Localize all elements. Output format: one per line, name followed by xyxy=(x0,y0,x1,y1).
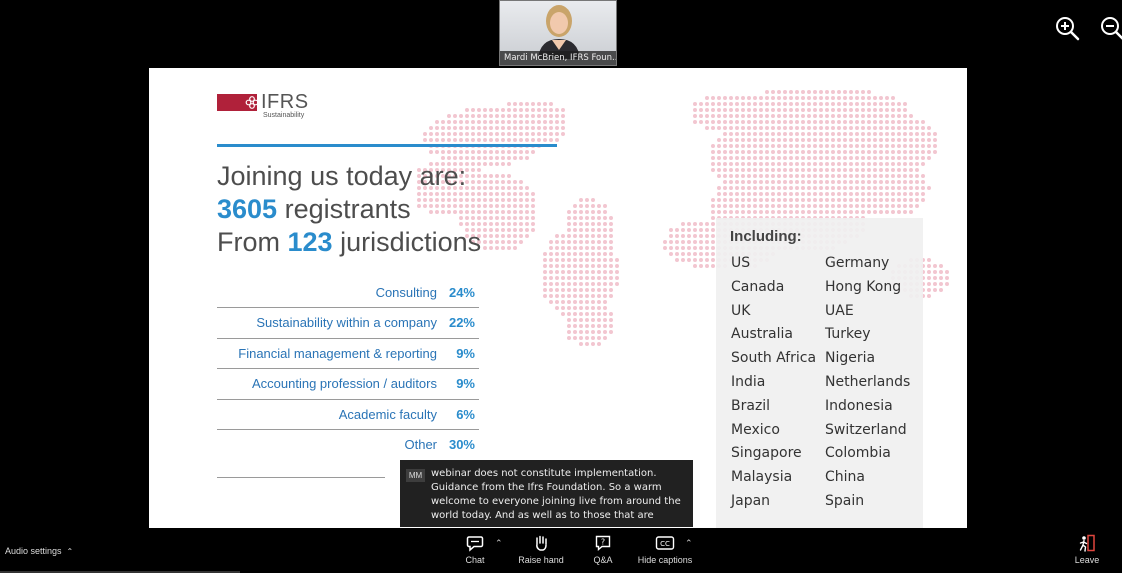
qa-label: Q&A xyxy=(593,555,613,565)
cc-icon-glyph: CC xyxy=(660,540,670,548)
jurisdictions-label: jurisdictions xyxy=(332,227,482,257)
caption-text: webinar does not constitute implementati… xyxy=(431,468,681,521)
registrant-breakdown: Consulting 24% Sustainability within a c… xyxy=(217,278,479,460)
stat-label: Accounting profession / auditors xyxy=(252,376,437,392)
from-label: From xyxy=(217,227,288,257)
closed-captions-icon: CC xyxy=(655,536,675,550)
chevron-up-icon[interactable]: ⌃ xyxy=(685,538,693,549)
chat-icon xyxy=(466,536,484,552)
country-item: Canada xyxy=(731,278,785,295)
leave-button[interactable]: Leave xyxy=(1072,534,1102,570)
country-item: Netherlands xyxy=(825,373,911,390)
qa-icon-glyph: ? xyxy=(601,538,605,547)
stat-row: Sustainability within a company 22% xyxy=(217,308,479,339)
bottom-divider xyxy=(217,477,385,478)
meeting-toolbar: Audio settings ⌃ Chat ⌃ Raise hand ? Q&A … xyxy=(0,528,1122,573)
country-item: Colombia xyxy=(825,445,891,462)
logo-subtitle: Sustainability xyxy=(263,112,305,119)
country-item: Turkey xyxy=(825,326,871,343)
country-column-2: Germany Hong Kong UAE Turkey Nigeria Net… xyxy=(825,255,910,517)
stat-row: Consulting 24% xyxy=(217,278,479,309)
stat-row: Academic faculty 6% xyxy=(217,400,479,430)
country-item: India xyxy=(731,373,766,390)
country-item: UAE xyxy=(825,302,854,319)
including-panel: Including: US Canada UK Australia South … xyxy=(716,218,923,528)
country-item: Mexico xyxy=(731,421,780,438)
country-item: Switzerland xyxy=(825,421,907,438)
headline: Joining us today are: 3605 registrants F… xyxy=(217,160,481,259)
chevron-up-icon[interactable]: ⌃ xyxy=(495,538,503,549)
logo-text: IFRS xyxy=(261,91,309,113)
zoom-out-icon[interactable] xyxy=(1098,14,1122,42)
stat-row: Other 30% xyxy=(217,430,479,460)
stat-percent: 22% xyxy=(448,315,475,331)
country-item: Hong Kong xyxy=(825,278,902,295)
raise-hand-icon xyxy=(536,535,547,551)
stat-label: Financial management & reporting xyxy=(238,345,437,361)
stat-row: Accounting profession / auditors 9% xyxy=(217,369,479,400)
zoom-in-icon[interactable] xyxy=(1053,14,1081,42)
chat-label: Chat xyxy=(465,555,485,565)
participant-video-tile[interactable]: Mardi McBrien, IFRS Foun... xyxy=(499,0,617,66)
stat-percent: 9% xyxy=(456,376,475,392)
raise-hand-button[interactable]: Raise hand xyxy=(516,534,566,570)
country-item: US xyxy=(731,255,751,271)
country-item: Indonesia xyxy=(825,397,893,414)
shared-slide: IFRS Sustainability Joining us today are… xyxy=(149,68,967,528)
stat-label: Sustainability within a company xyxy=(256,315,437,331)
country-item: Singapore xyxy=(731,445,802,462)
stat-percent: 24% xyxy=(448,285,475,300)
country-column-1: US Canada UK Australia South Africa Indi… xyxy=(731,255,816,517)
headline-line-1: Joining us today are: xyxy=(217,161,467,191)
country-item: Germany xyxy=(825,255,890,271)
hide-captions-label: Hide captions xyxy=(637,555,693,565)
audio-settings-button[interactable]: Audio settings ⌃ xyxy=(5,546,73,556)
chat-button[interactable]: Chat xyxy=(460,534,490,570)
country-item: Japan xyxy=(731,492,771,509)
country-item: UK xyxy=(731,302,751,319)
country-item: Malaysia xyxy=(731,469,793,486)
stat-row: Financial management & reporting 9% xyxy=(217,339,479,370)
raise-hand-label: Raise hand xyxy=(518,555,564,565)
leave-label: Leave xyxy=(1074,555,1100,565)
live-captions: MM webinar does not constitute implement… xyxy=(400,460,693,527)
title-divider xyxy=(217,144,557,147)
ifrs-logo-icon xyxy=(245,96,259,109)
country-item: China xyxy=(825,469,865,486)
caption-speaker-avatar: MM xyxy=(406,469,425,482)
including-title: Including: xyxy=(730,228,802,245)
audio-settings-label: Audio settings xyxy=(5,546,62,556)
participant-name: Mardi McBrien, IFRS Foun... xyxy=(500,51,616,65)
leave-icon xyxy=(1079,534,1095,552)
stat-label: Consulting xyxy=(375,285,437,300)
registrants-label: registrants xyxy=(277,194,411,224)
jurisdictions-count: 123 xyxy=(287,227,333,257)
registrants-count: 3605 xyxy=(217,194,278,224)
stat-label: Other xyxy=(404,436,437,452)
stat-percent: 9% xyxy=(456,345,475,361)
country-item: Nigeria xyxy=(825,350,876,367)
country-item: Spain xyxy=(825,492,865,509)
country-item: Brazil xyxy=(731,397,771,414)
stat-percent: 6% xyxy=(456,406,475,422)
qa-button[interactable]: ? Q&A xyxy=(588,534,618,570)
headline-line-3: From 123 jurisdictions xyxy=(217,226,481,259)
stat-percent: 30% xyxy=(448,436,475,452)
qa-icon: ? xyxy=(595,535,611,552)
stat-label: Academic faculty xyxy=(338,406,437,422)
country-item: South Africa xyxy=(731,350,817,367)
country-item: Australia xyxy=(731,326,793,343)
headline-line-2: 3605 registrants xyxy=(217,193,481,226)
chevron-up-icon: ⌃ xyxy=(66,547,74,556)
